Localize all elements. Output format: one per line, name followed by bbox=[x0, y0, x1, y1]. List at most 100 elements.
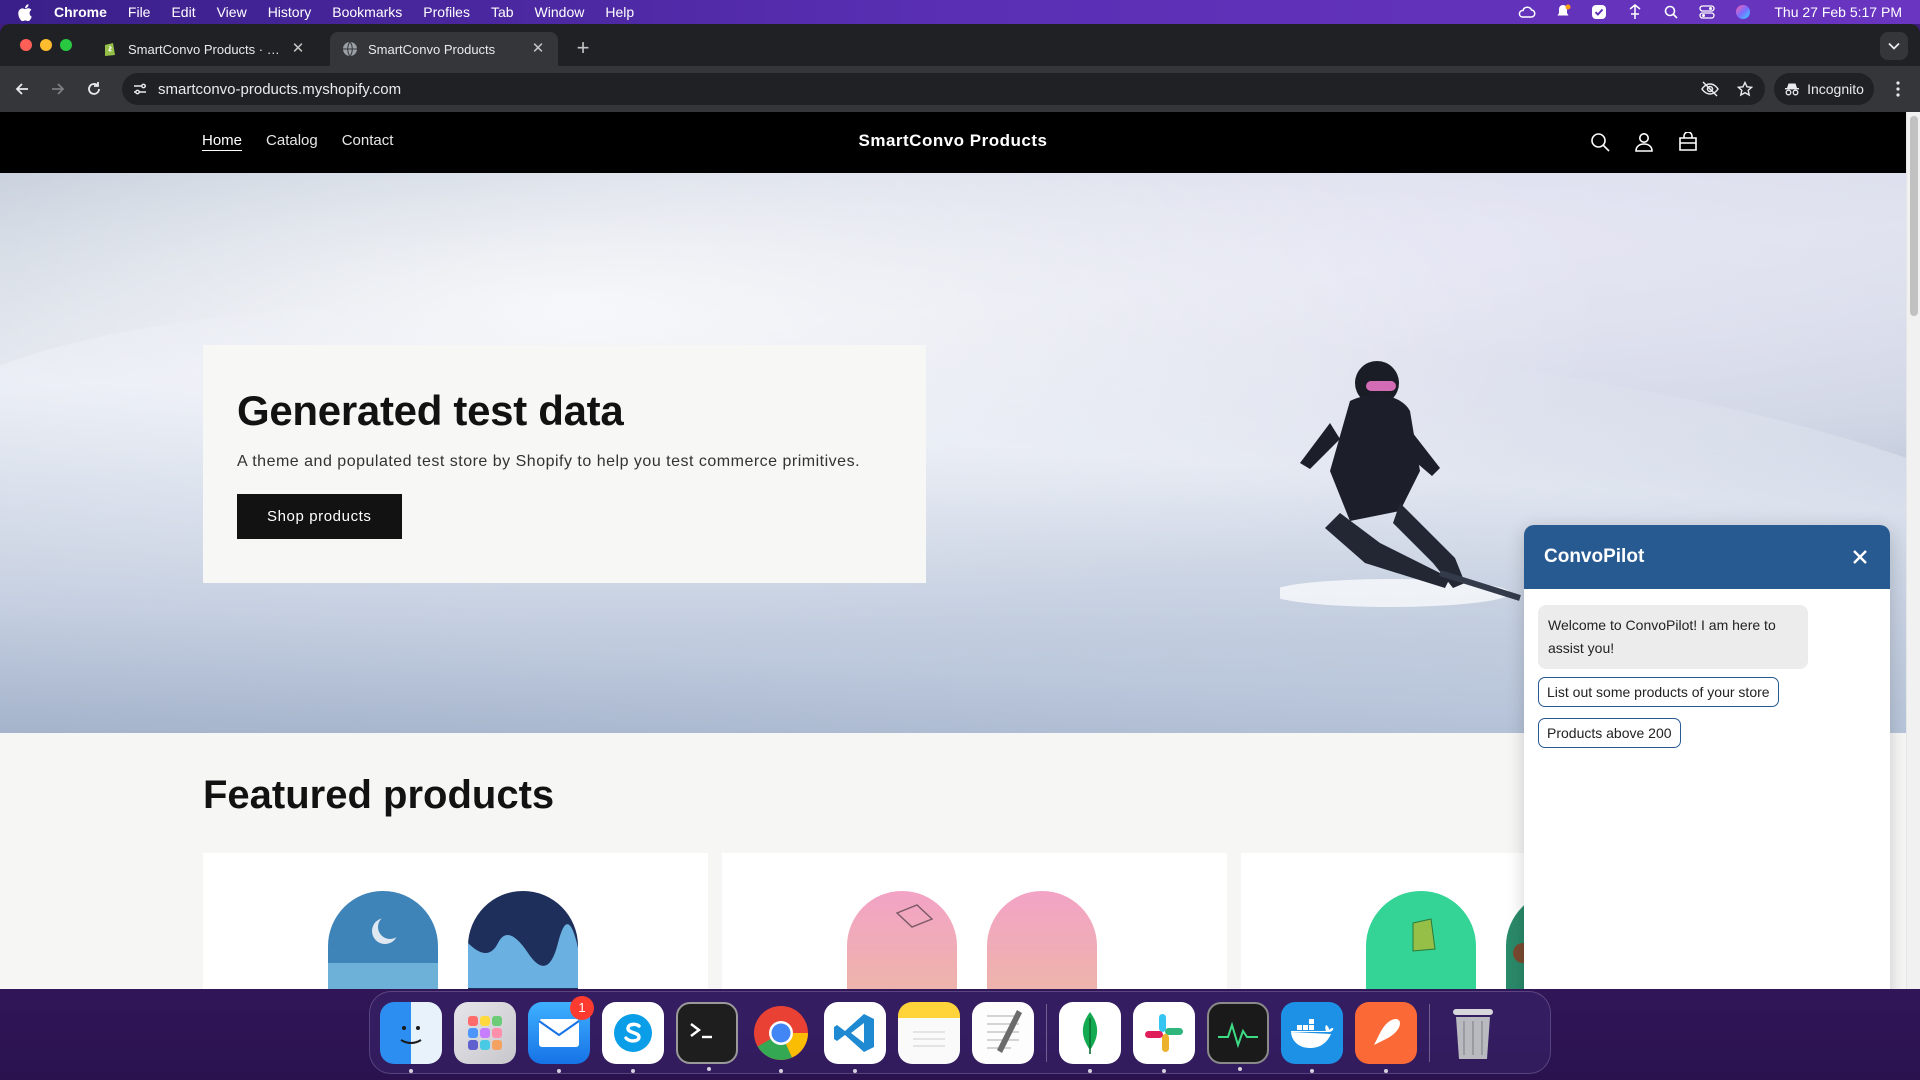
chrome-menu-icon[interactable] bbox=[1890, 81, 1906, 97]
hero-card: Generated test data A theme and populate… bbox=[203, 345, 926, 583]
control-center-icon[interactable] bbox=[1698, 4, 1716, 20]
back-button[interactable] bbox=[10, 77, 34, 101]
dock: 1 bbox=[369, 991, 1551, 1074]
dock-slack-icon[interactable] bbox=[1133, 1001, 1195, 1073]
arrow-left-icon bbox=[15, 83, 28, 95]
notes-lines-icon bbox=[913, 1030, 945, 1047]
tab-title: SmartConvo Products bbox=[368, 41, 496, 57]
incognito-profile-button[interactable]: Incognito bbox=[1774, 73, 1874, 105]
product-image-snowboard-pink bbox=[847, 891, 1097, 989]
cart-icon[interactable] bbox=[1676, 130, 1700, 154]
product-card[interactable] bbox=[722, 853, 1227, 989]
incognito-icon bbox=[1785, 83, 1800, 96]
tab-close-icon[interactable]: ✕ bbox=[530, 41, 546, 57]
suggestion-products-above-200[interactable]: Products above 200 bbox=[1538, 718, 1681, 748]
reload-button[interactable] bbox=[82, 77, 106, 101]
launchpad-grid-icon bbox=[468, 1015, 502, 1050]
menu-bar: Chrome File Edit View History Bookmarks … bbox=[0, 0, 1920, 24]
siri-icon[interactable] bbox=[1734, 4, 1752, 20]
running-indicator bbox=[1238, 1066, 1242, 1071]
running-indicator bbox=[1162, 1068, 1166, 1073]
skype-logo-icon bbox=[614, 1013, 652, 1052]
menu-tab[interactable]: Tab bbox=[491, 4, 514, 20]
account-icon[interactable] bbox=[1632, 130, 1656, 154]
dock-postman-icon[interactable] bbox=[1355, 1001, 1417, 1073]
cloud-sync-icon[interactable] bbox=[1518, 4, 1536, 20]
menu-history[interactable]: History bbox=[268, 4, 312, 20]
browser-toolbar: smartconvo-products.myshopify.com Incogn… bbox=[0, 66, 1920, 112]
menu-view[interactable]: View bbox=[217, 4, 247, 20]
dock-activity-monitor-icon[interactable] bbox=[1207, 1001, 1269, 1071]
product-card[interactable] bbox=[203, 853, 708, 989]
activity-graph-icon bbox=[1218, 1021, 1258, 1048]
checkmark-app-icon[interactable] bbox=[1590, 4, 1608, 20]
dock-launchpad-icon[interactable] bbox=[454, 1001, 516, 1064]
menu-bookmarks[interactable]: Bookmarks bbox=[332, 4, 402, 20]
site-settings-icon[interactable] bbox=[132, 81, 148, 97]
globe-icon bbox=[342, 41, 358, 57]
dock-separator bbox=[1429, 1003, 1430, 1062]
menu-edit[interactable]: Edit bbox=[171, 4, 195, 20]
store-header: Home Catalog Contact SmartConvo Products bbox=[0, 112, 1906, 173]
tab-smartconvo-products[interactable]: SmartConvo Products ✕ bbox=[330, 32, 558, 66]
dock-mail-icon[interactable]: 1 bbox=[528, 995, 594, 1073]
new-tab-button[interactable]: + bbox=[571, 37, 595, 61]
hero-description: A theme and populated test store by Shop… bbox=[237, 453, 861, 470]
close-window-button[interactable] bbox=[20, 39, 32, 51]
tab-close-icon[interactable]: ✕ bbox=[290, 41, 306, 57]
network-icon[interactable] bbox=[1626, 4, 1644, 20]
address-bar[interactable]: smartconvo-products.myshopify.com bbox=[122, 73, 1765, 105]
close-icon[interactable] bbox=[1850, 547, 1870, 567]
scrollbar-thumb[interactable] bbox=[1910, 116, 1918, 316]
running-indicator bbox=[409, 1068, 413, 1073]
bookmark-star-icon[interactable] bbox=[1736, 80, 1754, 101]
running-indicator bbox=[631, 1068, 635, 1073]
dock-trash-icon[interactable] bbox=[1442, 1002, 1504, 1064]
header-icons bbox=[1588, 130, 1700, 154]
mail-badge: 1 bbox=[570, 995, 594, 1020]
finder-face-icon bbox=[400, 1025, 422, 1044]
dock-separator bbox=[1046, 1003, 1047, 1062]
dock-textedit-icon[interactable] bbox=[972, 1001, 1034, 1064]
tab-search-button[interactable] bbox=[1880, 32, 1908, 60]
apple-icon[interactable] bbox=[18, 3, 34, 21]
suggestion-list-products[interactable]: List out some products of your store bbox=[1538, 677, 1779, 707]
incognito-label: Incognito bbox=[1807, 81, 1864, 97]
browser-window: SmartConvo Products · ConvoPilot ✕ Smart… bbox=[0, 24, 1920, 989]
forward-button[interactable] bbox=[46, 77, 70, 101]
dock-notes-icon[interactable] bbox=[898, 1001, 960, 1064]
tab-convopilot[interactable]: SmartConvo Products · ConvoPilot ✕ bbox=[90, 32, 318, 66]
menu-app-name[interactable]: Chrome bbox=[54, 4, 107, 20]
chrome-logo-icon bbox=[754, 1005, 808, 1060]
minimize-window-button[interactable] bbox=[40, 39, 52, 51]
search-icon[interactable] bbox=[1588, 130, 1612, 154]
chat-title: ConvoPilot bbox=[1544, 546, 1645, 567]
dock-skype-icon[interactable] bbox=[602, 1001, 664, 1073]
snowboarder-image bbox=[1280, 361, 1521, 607]
spotlight-search-icon[interactable] bbox=[1662, 4, 1680, 20]
bot-welcome-message: Welcome to ConvoPilot! I am here to assi… bbox=[1538, 605, 1808, 669]
page-scrollbar[interactable] bbox=[1906, 112, 1920, 989]
menu-profiles[interactable]: Profiles bbox=[423, 4, 470, 20]
dock-terminal-icon[interactable] bbox=[676, 1001, 738, 1071]
envelope-icon bbox=[538, 1018, 580, 1047]
shop-products-button[interactable]: Shop products bbox=[237, 494, 402, 539]
notification-bell-icon[interactable] bbox=[1554, 4, 1572, 20]
menu-clock[interactable]: Thu 27 Feb 5:17 PM bbox=[1774, 4, 1902, 20]
zoom-window-button[interactable] bbox=[60, 39, 72, 51]
reload-icon bbox=[88, 82, 100, 95]
slack-logo-icon bbox=[1145, 1013, 1183, 1052]
dock-mongodb-compass-icon[interactable] bbox=[1059, 1001, 1121, 1073]
eye-slash-icon[interactable] bbox=[1701, 81, 1719, 101]
menu-window[interactable]: Window bbox=[535, 4, 585, 20]
dock-chrome-icon[interactable] bbox=[750, 1002, 812, 1073]
dock-vscode-icon[interactable] bbox=[824, 1001, 886, 1073]
dock-finder-icon[interactable] bbox=[380, 1001, 442, 1073]
vscode-logo-icon bbox=[834, 1013, 874, 1052]
menu-file[interactable]: File bbox=[128, 4, 151, 20]
dock-docker-icon[interactable] bbox=[1281, 1001, 1343, 1073]
featured-heading: Featured products bbox=[203, 773, 555, 817]
menu-help[interactable]: Help bbox=[605, 4, 634, 20]
tab-strip: SmartConvo Products · ConvoPilot ✕ Smart… bbox=[0, 24, 1920, 66]
running-indicator bbox=[853, 1068, 857, 1073]
